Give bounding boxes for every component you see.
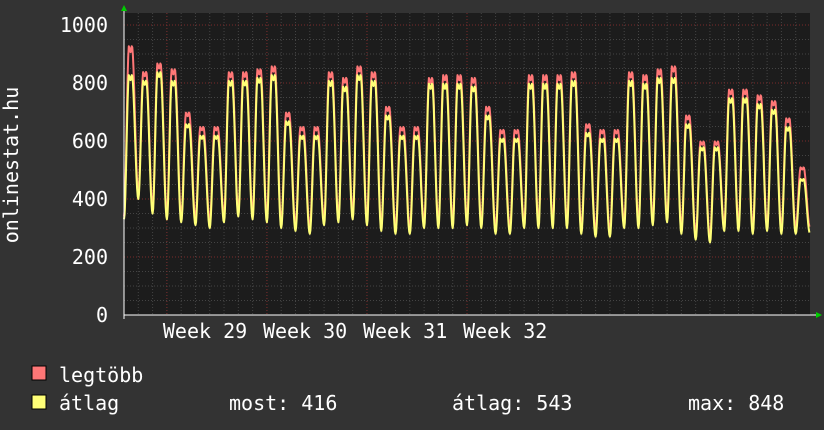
stat-most: most: 416 [229, 391, 337, 415]
stat-max: max: 848 [688, 391, 784, 415]
legend-swatch-atlag [31, 394, 47, 410]
x-tick-label: Week 30 [263, 319, 347, 343]
stat-atlag: átlag: 543 [452, 391, 572, 415]
y-axis: 0 200 400 600 800 1000 [60, 13, 108, 327]
y-tick-label: 600 [72, 129, 108, 153]
y-tick-label: 1000 [60, 13, 108, 37]
legend-label-atlag: átlag [59, 391, 119, 415]
x-axis: Week 29 Week 30 Week 31 Week 32 [163, 319, 547, 343]
y-tick-label: 800 [72, 71, 108, 95]
x-tick-label: Week 31 [363, 319, 447, 343]
x-tick-label: Week 32 [463, 319, 547, 343]
y-tick-label: 200 [72, 245, 108, 269]
y-tick-label: 0 [96, 303, 108, 327]
legend-label-legtobb: legtöbb [59, 363, 143, 387]
legend-swatch-legtobb [31, 365, 47, 381]
side-label: onlinestat.hu [0, 87, 23, 244]
chart: onlinestat.hu 02004006008001000 Week 29 W… [0, 5, 822, 415]
y-axis-arrow [121, 5, 127, 11]
y-tick-label: 400 [72, 187, 108, 211]
x-tick-label: Week 29 [163, 319, 247, 343]
x-axis-arrow [816, 312, 822, 318]
